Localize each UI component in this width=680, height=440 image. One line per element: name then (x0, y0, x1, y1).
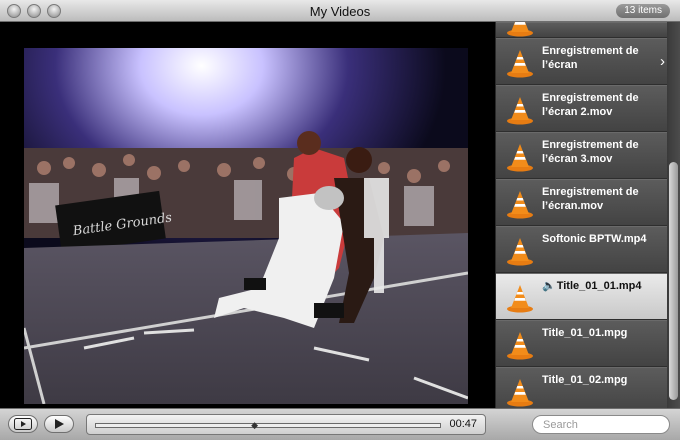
playlist-item[interactable]: Enregistrement de l’écran.mov (496, 179, 668, 226)
elapsed-time: 00:47 (449, 418, 477, 430)
playlist-item-label: Title_01_01.mpg (542, 326, 662, 340)
playlist-item[interactable] (496, 22, 668, 38)
window-title: My Videos (309, 4, 371, 19)
play-icon (55, 419, 64, 429)
playlist-item[interactable]: Title_01_01.mpg (496, 320, 668, 367)
playlist-item-label: Title_01_02.mpg (542, 373, 662, 387)
playlist-item-title: Enregistrement de l’écran (542, 45, 639, 71)
playlist-item-title: Title_01_01.mp4 (556, 280, 642, 292)
vlc-cone-icon (505, 283, 535, 313)
playlist-item-label: Enregistrement de l’écran 2.mov (542, 91, 662, 119)
playlist-item-title: Title_01_02.mpg (542, 374, 628, 386)
control-bar: ◆ 00:47 (0, 408, 680, 440)
chevron-right-icon[interactable]: › (660, 53, 665, 70)
timeline-track[interactable]: ◆ (95, 421, 441, 430)
playlist-item[interactable]: Enregistrement de l’écran 3.mov (496, 132, 668, 179)
speaker-icon: 🔈 (542, 280, 556, 292)
video-still: Battle Grounds (24, 48, 468, 404)
playlist-item-title: Title_01_01.mpg (542, 327, 628, 339)
vlc-cone-icon (505, 142, 535, 172)
vlc-cone-icon (505, 236, 535, 266)
playlist-item[interactable]: Enregistrement de l’écran 2.mov (496, 85, 668, 132)
play-button[interactable] (44, 415, 74, 433)
playlist-item-label: Softonic BPTW.mp4 (542, 232, 662, 246)
playlist-sidebar[interactable]: Enregistrement de l’écran › Enregistremen… (495, 22, 680, 408)
scrollbar-thumb[interactable] (669, 162, 678, 400)
vlc-cone-icon (505, 377, 535, 407)
item-count-badge: 13 items (616, 4, 670, 18)
timeline-scrubber[interactable]: ◆ 00:47 (86, 414, 486, 435)
video-frame[interactable]: Battle Grounds (24, 48, 468, 404)
search-input[interactable] (532, 415, 670, 434)
vlc-cone-icon (505, 48, 535, 78)
vlc-cone-icon (505, 95, 535, 125)
vlc-cone-icon (505, 330, 535, 360)
playlist-item-label: Enregistrement de l’écran.mov (542, 185, 662, 213)
playlist-item-label: Enregistrement de l’écran (542, 44, 662, 72)
screen-play-icon (14, 418, 32, 430)
playlist-item-label: 🔈Title_01_01.mp4 (542, 279, 662, 293)
playlist-item-title: Softonic BPTW.mp4 (542, 233, 647, 245)
playlist-item-title: Enregistrement de l’écran 3.mov (542, 139, 639, 165)
video-player[interactable]: Battle Grounds (0, 22, 495, 408)
playhead-icon[interactable]: ◆ (251, 421, 258, 430)
playlist-item-label: Enregistrement de l’écran 3.mov (542, 138, 662, 166)
vlc-cone-icon (505, 22, 535, 37)
playlist: Enregistrement de l’écran › Enregistremen… (496, 22, 668, 408)
playlist-scrollbar[interactable] (667, 22, 680, 408)
vlc-cone-icon (505, 189, 535, 219)
fullscreen-play-button[interactable] (8, 415, 38, 433)
playlist-item[interactable]: Enregistrement de l’écran › (496, 38, 668, 85)
title-bar: My Videos 13 items (0, 0, 680, 22)
playlist-item-title: Enregistrement de l’écran.mov (542, 186, 639, 212)
playlist-item-title: Enregistrement de l’écran 2.mov (542, 92, 639, 118)
playlist-item[interactable]: Title_01_02.mpg (496, 367, 668, 408)
playlist-item[interactable]: Softonic BPTW.mp4 (496, 226, 668, 273)
playlist-item[interactable]: 🔈Title_01_01.mp4 (496, 273, 668, 320)
